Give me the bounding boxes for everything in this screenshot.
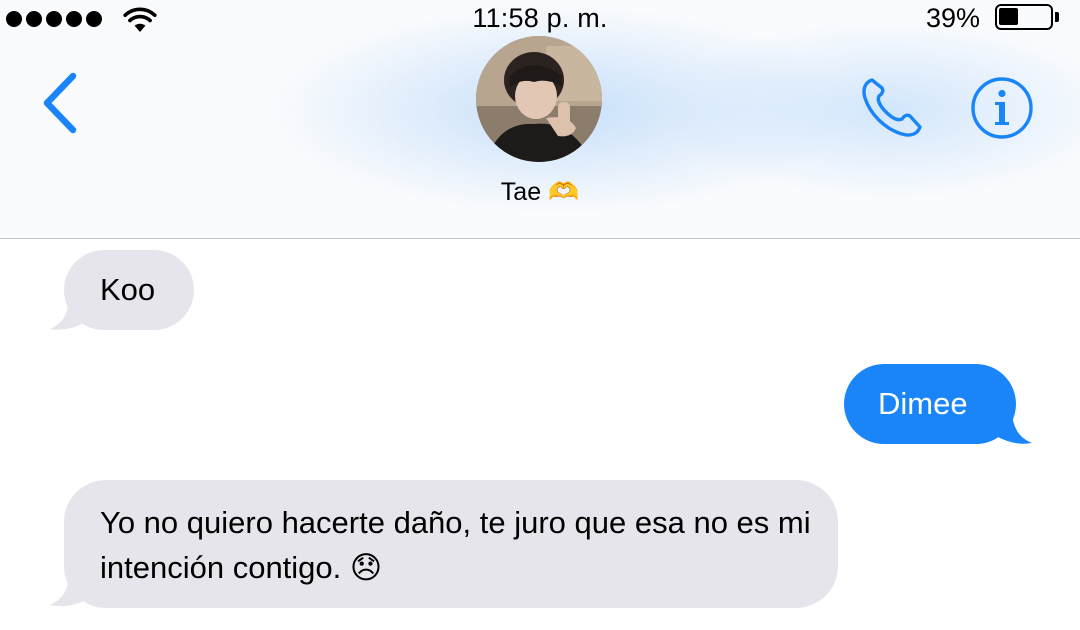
phone-icon[interactable] (858, 74, 928, 140)
message-bubble-outgoing[interactable]: Dimee (844, 364, 1016, 444)
status-bar: 11:58 p. m. 39% (0, 0, 1080, 36)
battery-icon (995, 4, 1053, 30)
status-time: 11:58 p. m. (472, 3, 608, 33)
avatar-photo (476, 36, 602, 162)
contact-avatar[interactable] (476, 36, 602, 162)
battery-percentage: 39% (925, 3, 980, 33)
message-bubble-incoming[interactable]: Yo no quiero hacerte daño, te juro que e… (64, 480, 838, 608)
conversation-header: 11:58 p. m. 39% Tae 🫶 (0, 0, 1080, 239)
messages-screen: 11:58 p. m. 39% Tae 🫶 Koo Dimee Yo no qu… (0, 0, 1080, 630)
battery-nub (1055, 12, 1059, 22)
message-bubble-incoming[interactable]: Koo (64, 250, 194, 330)
back-chevron-icon[interactable] (30, 68, 90, 138)
contact-name[interactable]: Tae 🫶 (0, 178, 1080, 207)
info-icon[interactable] (970, 76, 1034, 140)
